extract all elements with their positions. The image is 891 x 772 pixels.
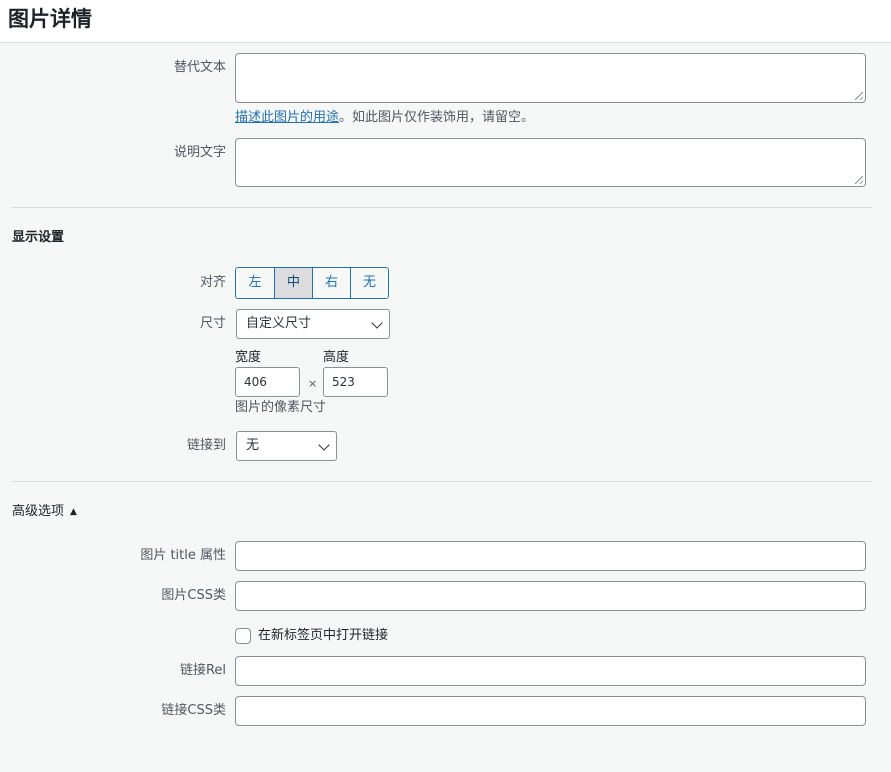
width-label: 宽度 xyxy=(235,350,262,365)
new-tab-label[interactable]: 在新标签页中打开链接 xyxy=(258,627,388,645)
link-to-select-value: 无 xyxy=(246,438,260,453)
new-tab-checkbox[interactable] xyxy=(235,628,251,644)
size-select-value: 自定义尺寸 xyxy=(246,316,312,331)
page-header: 图片详情 xyxy=(0,0,891,43)
align-none-button[interactable]: 无 xyxy=(350,268,388,298)
align-left-button[interactable]: 左 xyxy=(236,268,274,298)
resize-grip-icon[interactable] xyxy=(855,92,863,100)
link-to-label: 链接到 xyxy=(186,438,226,453)
pixel-dimensions-note: 图片的像素尺寸 xyxy=(235,400,327,415)
advanced-options-toggle[interactable]: 高级选项 ▲ xyxy=(12,503,77,522)
alt-text-hint-rest: 。如此图片仅作装饰用，请留空。 xyxy=(339,110,535,125)
alt-text-help-link[interactable]: 描述此图片的用途 xyxy=(235,110,339,125)
size-select[interactable]: 自定义尺寸 xyxy=(236,309,390,339)
align-center-button[interactable]: 中 xyxy=(274,268,312,298)
link-css-input[interactable] xyxy=(235,696,866,726)
align-label: 对齐 xyxy=(199,275,226,290)
resize-grip-icon[interactable] xyxy=(855,176,863,184)
link-css-label: 链接CSS类 xyxy=(161,703,226,718)
caption-field[interactable] xyxy=(235,138,866,187)
display-settings-title: 显示设置 xyxy=(12,230,65,245)
alt-text-label: 替代文本 xyxy=(173,60,226,75)
align-button-group: 左 中 右 无 xyxy=(235,267,389,299)
chevron-down-icon xyxy=(371,317,383,329)
advanced-options-title: 高级选项 xyxy=(12,504,65,519)
divider xyxy=(12,207,873,208)
alt-text-hint: 描述此图片的用途。如此图片仅作装饰用，请留空。 xyxy=(235,109,534,127)
height-label: 高度 xyxy=(323,350,350,365)
link-to-select[interactable]: 无 xyxy=(236,431,337,461)
image-css-input[interactable] xyxy=(235,581,866,611)
chevron-down-icon xyxy=(318,439,330,451)
link-rel-label: 链接Rel xyxy=(179,663,226,678)
image-title-label: 图片 title 属性 xyxy=(140,548,226,563)
image-css-label: 图片CSS类 xyxy=(161,588,226,603)
times-sign: × xyxy=(308,377,318,390)
size-label: 尺寸 xyxy=(199,316,226,331)
alt-text-field[interactable] xyxy=(235,53,866,103)
link-rel-input[interactable] xyxy=(235,656,866,686)
caption-label: 说明文字 xyxy=(173,145,226,160)
image-title-input[interactable] xyxy=(235,541,866,571)
triangle-up-icon: ▲ xyxy=(70,507,77,517)
divider xyxy=(12,481,873,482)
width-input[interactable]: 406 xyxy=(235,367,300,397)
page-title: 图片详情 xyxy=(8,7,92,31)
height-input[interactable]: 523 xyxy=(323,367,388,397)
align-right-button[interactable]: 右 xyxy=(312,268,350,298)
